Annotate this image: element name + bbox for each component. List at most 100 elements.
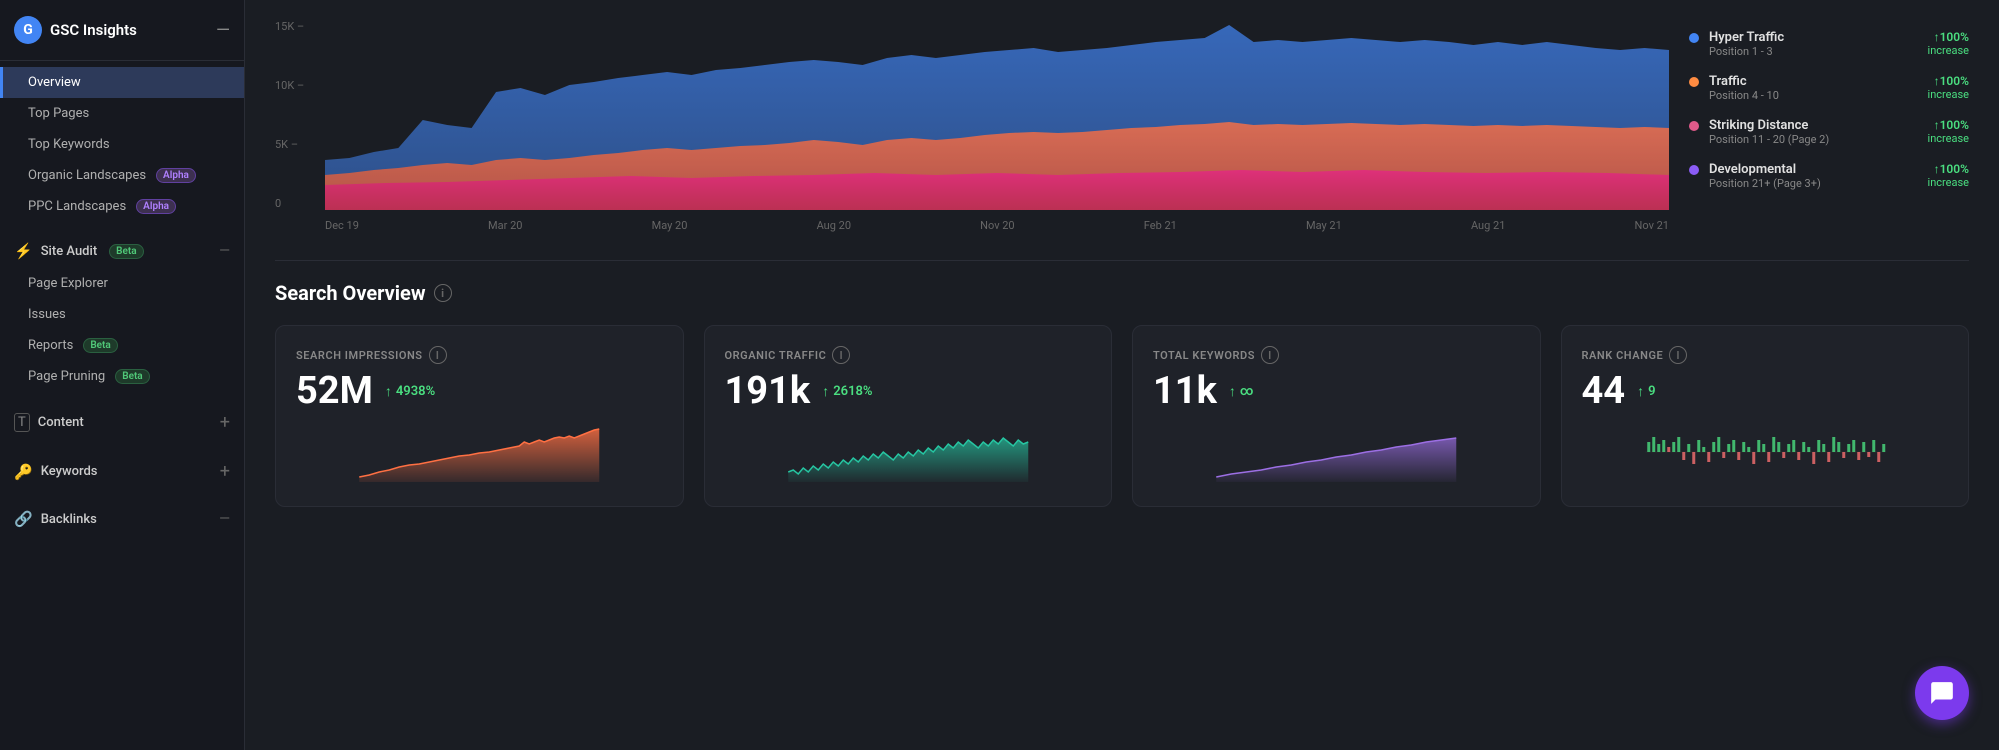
metric-value: 52M [296, 372, 373, 410]
app-logo: G [14, 16, 42, 44]
info-icon[interactable]: i [434, 284, 452, 302]
legend-title: Developmental [1709, 162, 1918, 177]
legend-dot [1689, 165, 1699, 175]
title-text: Search Overview [275, 281, 426, 305]
arrow-up-icon: ↑ [385, 383, 392, 400]
chart-svg-area [325, 20, 1669, 210]
keywords-section: 🔑 Keywords + [0, 447, 244, 496]
sidebar-item-label: Page Explorer [28, 276, 108, 291]
search-overview-title: Search Overview i [275, 281, 1969, 305]
gsc-insights-section: Overview Top Pages Top Keywords Organic … [0, 61, 244, 228]
search-overview: Search Overview i SEARCH IMPRESSIONS i 5… [275, 261, 1969, 527]
backlinks-icon: 🔗 [14, 510, 33, 528]
legend-change: ↑100% increase [1928, 30, 1969, 57]
sidebar-item-reports[interactable]: Reports Beta [0, 330, 244, 361]
legend-change: ↑100% increase [1928, 74, 1969, 101]
metric-label: ORGANIC TRAFFIC i [725, 346, 1092, 364]
mini-chart-svg [296, 422, 663, 482]
sidebar-item-page-explorer[interactable]: Page Explorer [0, 268, 244, 299]
collapse-icon[interactable]: — [219, 511, 230, 527]
main-scroll-area: 15K – 10K – 5K – 0 [245, 0, 1999, 750]
legend-title: Hyper Traffic [1709, 30, 1918, 45]
legend-subtitle: Position 4 - 10 [1709, 89, 1918, 102]
backlinks-section: 🔗 Backlinks — [0, 496, 244, 542]
sidebar-item-page-pruning[interactable]: Page Pruning Beta [0, 361, 244, 392]
site-audit-section: ⚡ Site Audit Beta — Page Explorer Issues… [0, 228, 244, 398]
metric-card-rank-change: RANK CHANGE i 44 ↑ 9 [1561, 325, 1970, 507]
sidebar-item-label: Page Pruning [28, 369, 105, 384]
chart-svg [325, 20, 1669, 210]
legend-change: ↑100% increase [1928, 162, 1969, 189]
content-header[interactable]: T Content + [0, 404, 244, 441]
sidebar-item-ppc-landscapes[interactable]: PPC Landscapes Alpha [0, 191, 244, 222]
x-label-nov21: Nov 21 [1635, 219, 1669, 232]
sidebar-item-label: Issues [28, 307, 66, 322]
info-icon[interactable]: i [1669, 346, 1687, 364]
change-value: ∞ [1240, 384, 1254, 399]
x-label-feb21: Feb 21 [1144, 219, 1177, 232]
metric-value-row: 11k ↑ ∞ [1153, 372, 1520, 410]
area-chart: 15K – 10K – 5K – 0 [275, 20, 1669, 240]
legend-item-traffic: Traffic Position 4 - 10 ↑100% increase [1689, 74, 1969, 102]
sidebar-item-top-pages[interactable]: Top Pages [0, 98, 244, 129]
x-label-dec19: Dec 19 [325, 219, 359, 232]
metric-value: 11k [1153, 372, 1217, 410]
legend-subtitle: Position 11 - 20 (Page 2) [1709, 133, 1918, 146]
sidebar-item-label: Reports [28, 338, 73, 353]
metric-value-row: 44 ↑ 9 [1582, 372, 1949, 410]
add-icon[interactable]: + [220, 461, 230, 482]
info-icon[interactable]: i [1261, 346, 1279, 364]
chart-section: 15K – 10K – 5K – 0 [275, 0, 1969, 261]
arrow-up-icon: ↑ [822, 383, 829, 400]
metric-card-organic-traffic: ORGANIC TRAFFIC i 191k ↑ 2618% [704, 325, 1113, 507]
sidebar-item-label: Top Pages [28, 106, 89, 121]
legend-item-developmental: Developmental Position 21+ (Page 3+) ↑10… [1689, 162, 1969, 190]
sidebar-item-top-keywords[interactable]: Top Keywords [0, 129, 244, 160]
chart-x-axis: Dec 19 Mar 20 May 20 Aug 20 Nov 20 Feb 2… [325, 210, 1669, 240]
metrics-grid: SEARCH IMPRESSIONS i 52M ↑ 4938% [275, 325, 1969, 507]
y-label-5k: 5K – [275, 138, 325, 151]
minimize-button[interactable]: — [216, 20, 230, 41]
keywords-icon: 🔑 [14, 463, 33, 481]
label-text: RANK CHANGE [1582, 349, 1664, 362]
metric-value-row: 191k ↑ 2618% [725, 372, 1092, 410]
change-value: 2618% [833, 384, 872, 399]
backlinks-header[interactable]: 🔗 Backlinks — [0, 502, 244, 536]
legend-change: ↑100% increase [1928, 118, 1969, 145]
info-icon[interactable]: i [429, 346, 447, 364]
metric-value: 44 [1582, 372, 1626, 410]
info-icon[interactable]: i [832, 346, 850, 364]
legend-text: Traffic Position 4 - 10 [1709, 74, 1918, 102]
mini-chart-svg [1153, 422, 1520, 482]
legend-item-hyper-traffic: Hyper Traffic Position 1 - 3 ↑100% incre… [1689, 30, 1969, 58]
keywords-header[interactable]: 🔑 Keywords + [0, 453, 244, 490]
bolt-icon: ⚡ [14, 242, 33, 260]
site-audit-header[interactable]: ⚡ Site Audit Beta — [0, 234, 244, 268]
chat-button[interactable] [1915, 666, 1969, 720]
chart-legend: Hyper Traffic Position 1 - 3 ↑100% incre… [1689, 20, 1969, 240]
arrow-up-icon: ↑ [1637, 383, 1644, 400]
app-title: GSC Insights [50, 21, 137, 39]
add-icon[interactable]: + [220, 412, 230, 433]
metric-label: SEARCH IMPRESSIONS i [296, 346, 663, 364]
metric-label: TOTAL KEYWORDS i [1153, 346, 1520, 364]
label-text: SEARCH IMPRESSIONS [296, 349, 423, 362]
sidebar-item-overview[interactable]: Overview [0, 67, 244, 98]
sidebar-item-label: PPC Landscapes [28, 199, 126, 214]
sidebar-item-label: Organic Landscapes [28, 168, 146, 183]
legend-item-striking-distance: Striking Distance Position 11 - 20 (Page… [1689, 118, 1969, 146]
label-text: TOTAL KEYWORDS [1153, 349, 1255, 362]
y-label-15k: 15K – [275, 20, 325, 33]
label-text: ORGANIC TRAFFIC [725, 349, 827, 362]
legend-text: Developmental Position 21+ (Page 3+) [1709, 162, 1918, 190]
sidebar-item-organic-landscapes[interactable]: Organic Landscapes Alpha [0, 160, 244, 191]
x-label-may21: May 21 [1306, 219, 1342, 232]
collapse-icon[interactable]: — [219, 243, 230, 259]
legend-dot [1689, 77, 1699, 87]
y-label-10k: 10K – [275, 79, 325, 92]
section-label: Keywords [41, 464, 98, 479]
sidebar-item-issues[interactable]: Issues [0, 299, 244, 330]
x-label-mar20: Mar 20 [488, 219, 522, 232]
legend-subtitle: Position 1 - 3 [1709, 45, 1918, 58]
legend-title: Striking Distance [1709, 118, 1918, 133]
